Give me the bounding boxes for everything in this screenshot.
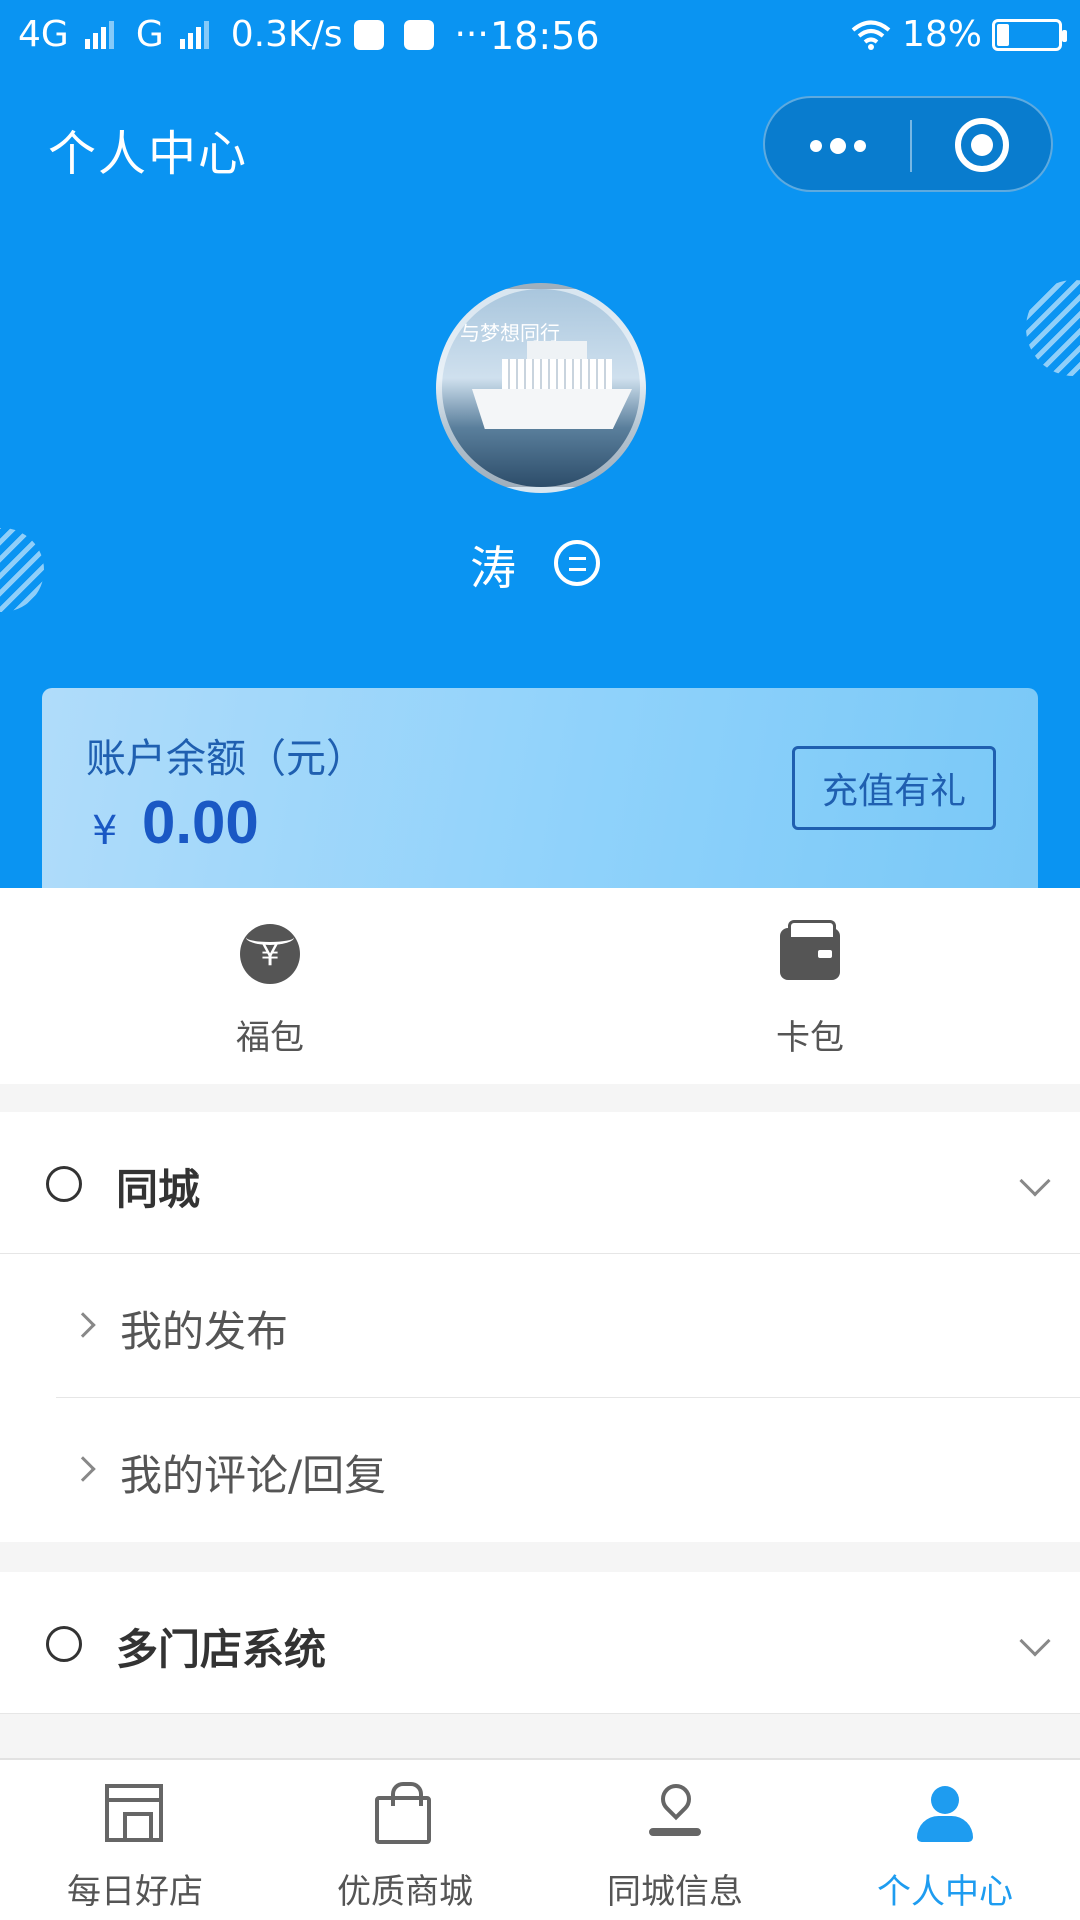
section-title: 同城 [116,1165,201,1214]
recharge-button[interactable]: 充值有礼 [792,746,996,830]
more-notifications: ··· [454,14,489,55]
page: 4G G 0.3K/s ··· 18:56 18% 个人中心 与梦想同行 涛 账… [0,0,1080,1920]
wallet-icon [780,920,840,984]
network-4g-label: 4G [18,14,69,55]
page-title: 个人中心 [48,126,249,182]
more-menu-button[interactable] [765,98,910,194]
balance-amount: 0.00 [142,789,259,856]
currency-symbol: ¥ [92,808,118,854]
section-tongcheng: 同城 我的发布 我的评论/回复 [0,1112,1080,1542]
section-title: 多门店系统 [116,1625,327,1674]
menu-item-my-posts[interactable]: 我的发布 [0,1254,1080,1398]
circle-icon [46,1626,82,1662]
tab-quality-mall[interactable]: 优质商城 [270,1760,540,1920]
tab-daily-stores[interactable]: 每日好店 [0,1760,270,1920]
balance-card: 账户余额（元） ¥ 0.00 充值有礼 [42,688,1038,890]
username: 涛 [470,541,516,595]
circle-icon [46,1166,82,1202]
network-g-label: G [135,14,164,55]
signal-icon [84,20,114,49]
section-header[interactable]: 同城 [0,1112,1080,1254]
profile-header: 4G G 0.3K/s ··· 18:56 18% 个人中心 与梦想同行 涛 账… [0,0,1080,890]
menu-item-label: 我的发布 [120,1307,289,1356]
balance-label: 账户余额（元） [86,736,366,782]
close-miniprogram-button[interactable] [955,118,1009,172]
menu-item-label: 我的评论/回复 [120,1451,387,1500]
tab-personal-center[interactable]: 个人中心 [810,1760,1080,1920]
chevron-right-icon [70,1456,96,1482]
tab-label: 个人中心 [877,1872,1013,1912]
red-packet-icon: ¥ [240,924,300,984]
wallet-item-label: 卡包 [776,1018,844,1058]
bottom-tab-bar: 每日好店 优质商城 同城信息 个人中心 [0,1758,1080,1920]
wallet-item-label: 福包 [236,1018,304,1058]
status-bar: 4G G 0.3K/s ··· 18:56 18% [0,0,1080,76]
section-multi-store: 多门店系统 [0,1572,1080,1714]
capsule-divider [910,120,912,172]
app-notification-icon [354,19,385,50]
signal-icon-2 [179,20,209,49]
tab-local-info[interactable]: 同城信息 [540,1760,810,1920]
menu-item-my-comments[interactable]: 我的评论/回复 [0,1398,1080,1542]
chevron-down-icon [1019,1625,1051,1657]
switch-account-icon[interactable] [554,540,600,586]
status-left: 4G G 0.3K/s ··· [18,14,489,55]
avatar[interactable]: 与梦想同行 [436,283,646,493]
miniprogram-capsule [763,96,1053,192]
status-right: 18% [850,14,1067,55]
user-icon [915,1784,975,1846]
wallet-item-kabao[interactable]: 卡包 [540,888,1080,1084]
wallet-item-fubao[interactable]: ¥ 福包 [0,888,540,1084]
clock: 18:56 [490,14,600,58]
decorative-stripe-circle-left [0,528,44,612]
decorative-stripe-circle-right [1026,280,1080,376]
tab-label: 同城信息 [607,1872,743,1912]
section-header[interactable]: 多门店系统 [0,1572,1080,1714]
battery-icon [992,18,1067,51]
shopping-bag-icon [375,1782,435,1846]
location-pin-icon [645,1777,705,1846]
shop-notification-icon [404,19,435,50]
chevron-right-icon [70,1312,96,1338]
tab-label: 优质商城 [337,1872,473,1912]
wifi-icon [851,20,891,50]
battery-percent: 18% [901,14,982,55]
tab-label: 每日好店 [67,1872,203,1912]
wallet-row: ¥ 福包 卡包 [0,888,1080,1084]
chevron-down-icon [1019,1165,1051,1197]
store-icon [105,1784,165,1846]
network-speed: 0.3K/s [230,14,343,55]
